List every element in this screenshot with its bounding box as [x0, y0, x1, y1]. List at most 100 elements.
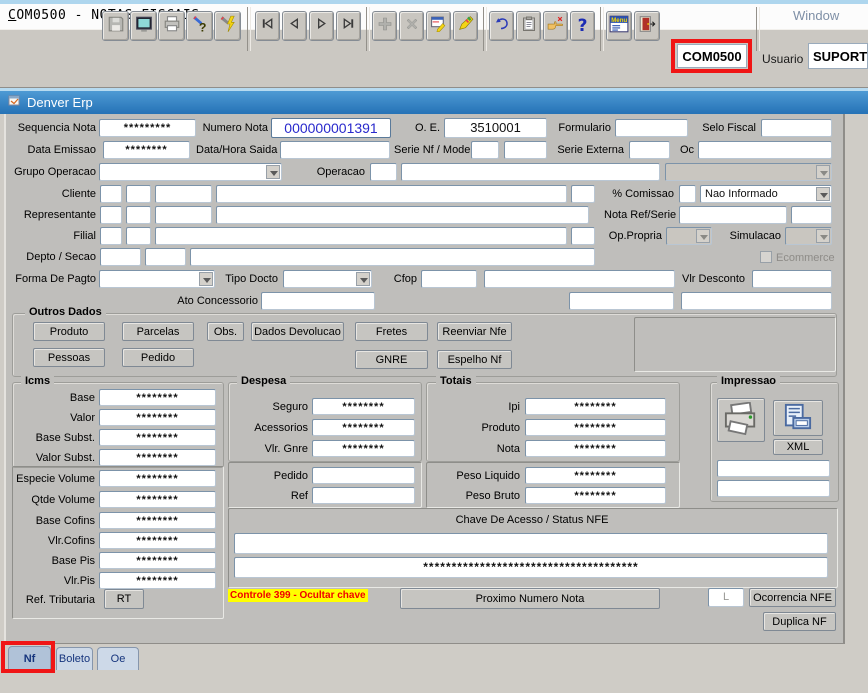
imprimir-button[interactable] [717, 398, 765, 442]
field-oc[interactable] [698, 141, 832, 159]
exit-button[interactable] [634, 11, 660, 41]
duplica-nf-button[interactable]: Duplica NF [763, 612, 836, 631]
field-pedido[interactable] [312, 467, 415, 484]
dropdown-simulacao[interactable] [785, 227, 832, 245]
field-peso-bruto[interactable]: ******** [525, 487, 666, 504]
tab-oe[interactable]: Oe [97, 647, 139, 670]
dropdown-op-propria[interactable] [666, 227, 712, 245]
field-vlr-pis[interactable]: ******** [99, 572, 216, 589]
field-depto-2[interactable] [145, 248, 186, 266]
field-cliente-nome[interactable] [216, 185, 567, 203]
dropdown-comissao[interactable]: Nao Informado [700, 185, 832, 203]
produto-button[interactable]: Produto [33, 322, 105, 341]
field-icms-valor-subst[interactable]: ******** [99, 449, 216, 466]
field-totais-nota[interactable]: ******** [525, 440, 666, 457]
field-sequencia-nota[interactable]: ********* [99, 119, 196, 137]
insert-record-button[interactable] [372, 11, 397, 41]
field-impressao-1[interactable] [717, 460, 830, 477]
field-ipi[interactable]: ******** [525, 398, 666, 415]
field-representante-3[interactable] [155, 206, 212, 224]
field-nota-ref[interactable] [679, 206, 787, 224]
field-modelo[interactable] [504, 141, 547, 159]
field-l-flag[interactable]: L [708, 588, 744, 607]
imprimir-nfe-button[interactable] [773, 400, 823, 436]
field-row9-extra2[interactable] [681, 292, 832, 310]
field-filial-nome[interactable] [155, 227, 567, 245]
field-cliente-2[interactable] [126, 185, 151, 203]
field-peso-liquido[interactable]: ******** [525, 467, 666, 484]
next-record-button[interactable] [309, 11, 334, 41]
field-chave-linha2[interactable]: ************************************** [234, 557, 828, 578]
field-serie-externa[interactable] [629, 141, 670, 159]
first-record-button[interactable] [255, 11, 280, 41]
field-nota-ref-serie[interactable] [791, 206, 832, 224]
last-record-button[interactable] [336, 11, 361, 41]
field-representante-2[interactable] [126, 206, 151, 224]
edit-window-button[interactable] [426, 11, 451, 41]
pedido-button[interactable]: Pedido [122, 348, 194, 367]
field-especie-volume[interactable]: ******** [99, 470, 216, 487]
field-acessorios[interactable]: ******** [312, 419, 415, 436]
print-button[interactable] [158, 11, 185, 41]
field-operacao-codigo[interactable] [370, 163, 397, 181]
clipboard-button[interactable] [516, 11, 541, 41]
undo-button[interactable] [489, 11, 514, 41]
xml-button[interactable]: XML [773, 439, 823, 455]
cut-hand-button[interactable] [543, 11, 568, 41]
prev-record-button[interactable] [282, 11, 307, 41]
field-vlr-desconto[interactable] [752, 270, 832, 288]
reenviar-nfe-button[interactable]: Reenviar Nfe [437, 322, 512, 341]
field-filial-3[interactable] [571, 227, 595, 245]
pessoas-button[interactable]: Pessoas [33, 348, 105, 367]
field-serie-nf[interactable] [471, 141, 499, 159]
field-base-cofins[interactable]: ******** [99, 512, 216, 529]
menu-button[interactable]: Menu [606, 11, 632, 41]
field-vlr-gnre[interactable]: ******** [312, 440, 415, 457]
fretes-button[interactable]: Fretes [355, 322, 428, 341]
field-numero-nota[interactable]: 000000001391 [271, 118, 391, 138]
proximo-numero-nota-button[interactable]: Proximo Numero Nota [400, 588, 660, 609]
execute-query-button[interactable] [214, 11, 241, 41]
usuario-field[interactable]: SUPORT [808, 43, 868, 69]
dropdown-grupo-operacao[interactable] [99, 163, 282, 181]
field-cliente-1[interactable] [100, 185, 122, 203]
menu-window[interactable]: Window [793, 8, 839, 23]
tab-boleto[interactable]: Boleto [56, 647, 93, 670]
help-button[interactable]: ? [570, 11, 595, 41]
field-filial-2[interactable] [126, 227, 151, 245]
parcelas-button[interactable]: Parcelas [122, 322, 194, 341]
dropdown-forma-pagto[interactable] [99, 270, 215, 288]
field-impressao-2[interactable] [717, 480, 830, 497]
field-data-hora-saida[interactable] [280, 141, 390, 159]
field-representante-nome[interactable] [216, 206, 589, 224]
field-chave-linha1[interactable] [234, 533, 828, 554]
field-comissao[interactable] [679, 185, 696, 203]
rt-button[interactable]: RT [104, 589, 144, 609]
field-depto-1[interactable] [100, 248, 141, 266]
field-oe[interactable]: 3510001 [444, 118, 547, 138]
enter-query-button[interactable]: ? [186, 11, 213, 41]
field-icms-base[interactable]: ******** [99, 389, 216, 406]
field-ref[interactable] [312, 487, 415, 504]
field-cfop-descricao[interactable] [484, 270, 675, 288]
delete-record-button[interactable] [399, 11, 424, 41]
field-data-emissao[interactable]: ******** [103, 141, 190, 159]
espelho-nf-button[interactable]: Espelho Nf [437, 350, 512, 369]
field-operacao-descricao[interactable] [401, 163, 660, 181]
field-qtde-volume[interactable]: ******** [99, 491, 216, 508]
field-representante-1[interactable] [100, 206, 122, 224]
edit-pencil-button[interactable] [453, 11, 478, 41]
field-seguro[interactable]: ******** [312, 398, 415, 415]
field-cliente-4[interactable] [571, 185, 595, 203]
dados-devolucao-button[interactable]: Dados Devolucao [251, 322, 344, 341]
field-icms-base-subst[interactable]: ******** [99, 429, 216, 446]
obs-button[interactable]: Obs. [207, 322, 244, 341]
field-selo-fiscal[interactable] [761, 119, 832, 137]
field-vlr-cofins[interactable]: ******** [99, 532, 216, 549]
field-row9-extra1[interactable] [569, 292, 674, 310]
field-depto-nome[interactable] [190, 248, 595, 266]
dropdown-operacao-extra[interactable] [665, 163, 832, 181]
ocorrencia-nfe-button[interactable]: Ocorrencia NFE [749, 588, 836, 607]
field-base-pis[interactable]: ******** [99, 552, 216, 569]
field-cfop[interactable] [421, 270, 477, 288]
